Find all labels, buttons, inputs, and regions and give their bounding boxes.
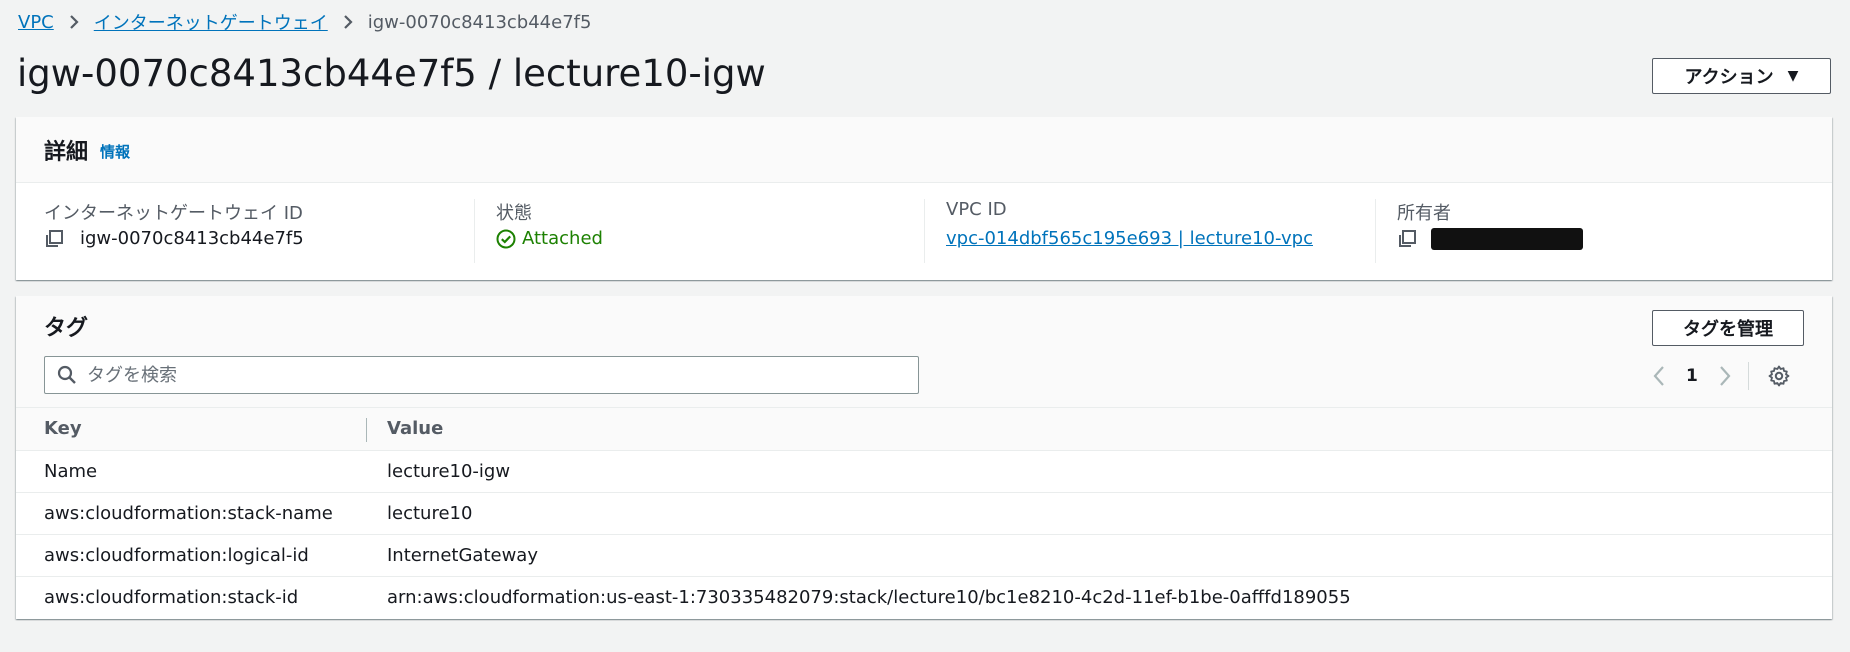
column-divider xyxy=(1375,199,1376,263)
vpc-id-link[interactable]: vpc-014dbf565c195e693 | lecture10-vpc xyxy=(946,228,1313,249)
details-panel: 詳細 情報 インターネットゲートウェイ ID igw-0070c8413cb44… xyxy=(16,117,1832,280)
table-header-row: Key Value xyxy=(16,408,1832,451)
details-grid: インターネットゲートウェイ ID igw-0070c8413cb44e7f5 状… xyxy=(16,183,1832,280)
chevron-left-icon[interactable] xyxy=(1652,365,1666,387)
chevron-right-icon xyxy=(68,14,80,30)
details-header: 詳細 情報 xyxy=(16,117,1832,183)
actions-button[interactable]: アクション ▼ xyxy=(1652,58,1831,94)
tag-key: aws:cloudformation:stack-id xyxy=(44,586,299,608)
tag-value: arn:aws:cloudformation:us-east-1:7303354… xyxy=(387,586,1351,608)
copy-icon[interactable] xyxy=(1397,229,1417,249)
tags-table: Key Value Name lecture10-igw aws:cloudfo… xyxy=(16,408,1832,618)
tag-search-field[interactable] xyxy=(44,356,919,394)
tags-header: タグ タグを管理 1 xyxy=(16,296,1832,408)
tag-value: lecture10-igw xyxy=(367,450,1832,493)
gear-icon[interactable] xyxy=(1767,364,1791,388)
tag-key: Name xyxy=(16,450,367,493)
tags-heading: タグ xyxy=(44,316,89,341)
column-header-value-label: Value xyxy=(387,418,444,440)
owner-redacted-value xyxy=(1431,228,1583,250)
field-label: VPC ID xyxy=(946,199,1007,220)
pager-divider xyxy=(1747,362,1749,390)
pagination: 1 xyxy=(1652,362,1791,390)
field-label: 所有者 xyxy=(1397,203,1451,224)
breadcrumb: VPC インターネットゲートウェイ igw-0070c8413cb44e7f5 xyxy=(18,9,592,35)
column-header-value[interactable]: Value xyxy=(367,408,1832,451)
state-value: Attached xyxy=(522,228,603,249)
column-header-key[interactable]: Key xyxy=(16,408,367,451)
column-divider xyxy=(474,199,475,263)
page-title: igw-0070c8413cb44e7f5 / lecture10-igw xyxy=(17,52,766,95)
tag-key: aws:cloudformation:logical-id xyxy=(16,534,367,577)
copy-icon[interactable] xyxy=(44,229,64,249)
page-number[interactable]: 1 xyxy=(1686,366,1698,386)
chevron-right-icon xyxy=(342,14,354,30)
breadcrumb-igw-link[interactable]: インターネットゲートウェイ xyxy=(94,9,328,35)
status-success-icon xyxy=(496,229,516,249)
caret-down-icon: ▼ xyxy=(1787,68,1799,84)
table-row: aws:cloudformation:stack-id arn:aws:clou… xyxy=(16,576,1832,618)
tag-key: aws:cloudformation:stack-name xyxy=(16,492,367,535)
igw-id-value: igw-0070c8413cb44e7f5 xyxy=(80,228,304,249)
tags-panel: タグ タグを管理 1 xyxy=(16,296,1832,619)
table-row: Name lecture10-igw xyxy=(16,450,1832,493)
info-link[interactable]: 情報 xyxy=(100,141,130,162)
column-header-key-label: Key xyxy=(44,418,82,440)
actions-button-label: アクション xyxy=(1684,67,1774,88)
field-label: 状態 xyxy=(496,203,532,224)
details-heading: 詳細 xyxy=(44,139,89,165)
table-row: aws:cloudformation:logical-id InternetGa… xyxy=(16,534,1832,577)
column-divider xyxy=(924,199,925,263)
tag-value: lecture10 xyxy=(367,492,1832,535)
breadcrumb-vpc-link[interactable]: VPC xyxy=(18,12,54,33)
tag-value: InternetGateway xyxy=(367,534,1832,577)
table-row: aws:cloudformation:stack-name lecture10 xyxy=(16,492,1832,535)
tag-search-input[interactable] xyxy=(87,364,867,386)
manage-tags-button[interactable]: タグを管理 xyxy=(1652,310,1804,346)
chevron-right-icon[interactable] xyxy=(1718,365,1732,387)
search-icon xyxy=(57,365,77,385)
breadcrumb-current: igw-0070c8413cb44e7f5 xyxy=(367,11,592,33)
field-label: インターネットゲートウェイ ID xyxy=(44,203,303,224)
